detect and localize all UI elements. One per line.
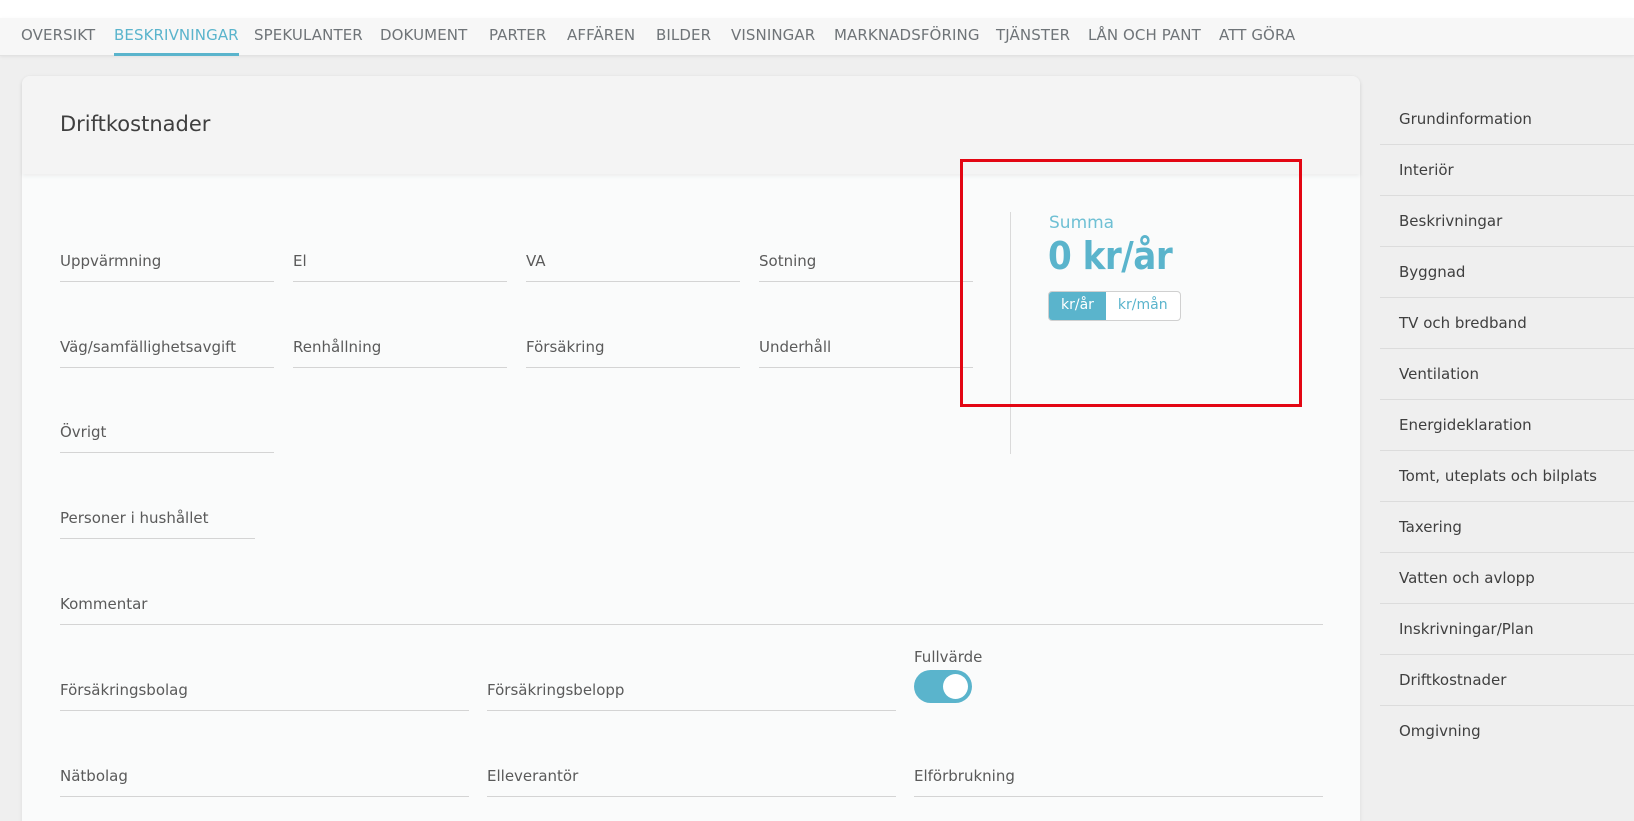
elleverantor-field[interactable]: Elleverantör xyxy=(487,755,896,797)
uppvarmning-field[interactable]: Uppvärmning xyxy=(60,240,274,282)
personer-i-hushallet-field[interactable]: Personer i hushållet xyxy=(60,497,255,539)
renhallning-field[interactable]: Renhållning xyxy=(293,326,507,368)
field-label: Nätbolag xyxy=(60,767,128,785)
forsakring-field[interactable]: Försäkring xyxy=(526,326,740,368)
field-label: Övrigt xyxy=(60,423,107,441)
sotning-field[interactable]: Sotning xyxy=(759,240,973,282)
elforbrukning-field[interactable]: Elförbrukning xyxy=(914,755,1323,797)
sidebar-item-inskrivningar-plan[interactable]: Inskrivningar/Plan xyxy=(1380,604,1634,655)
sidebar-item-taxering[interactable]: Taxering xyxy=(1380,502,1634,553)
sidebar-item-energideklaration[interactable]: Energideklaration xyxy=(1380,400,1634,451)
field-label: Underhåll xyxy=(759,338,832,356)
nav-tab-spekulanter[interactable]: SPEKULANTER xyxy=(254,26,363,56)
top-navigation: OVERSIKT BESKRIVNINGAR SPEKULANTER DOKUM… xyxy=(0,18,1634,56)
fullvarde-label: Fullvärde xyxy=(914,648,983,666)
field-label: VA xyxy=(526,252,546,270)
nav-tab-beskrivningar[interactable]: BESKRIVNINGAR xyxy=(114,26,239,56)
field-label: Renhållning xyxy=(293,338,382,356)
sidebar-item-tomt[interactable]: Tomt, uteplats och bilplats xyxy=(1380,451,1634,502)
nav-tab-parter[interactable]: PARTER xyxy=(489,26,546,56)
kommentar-field[interactable]: Kommentar xyxy=(60,583,1323,625)
nav-tab-visningar[interactable]: VISNINGAR xyxy=(731,26,815,56)
nav-tab-affaren[interactable]: AFFÄREN xyxy=(567,26,635,56)
sidebar-item-byggnad[interactable]: Byggnad xyxy=(1380,247,1634,298)
field-label: Kommentar xyxy=(60,595,148,613)
field-label: Försäkringsbelopp xyxy=(487,681,625,699)
toggle-knob xyxy=(943,674,968,699)
field-label: Försäkring xyxy=(526,338,605,356)
nav-tab-bilder[interactable]: BILDER xyxy=(656,26,711,56)
sidebar-item-tv-och-bredband[interactable]: TV och bredband xyxy=(1380,298,1634,349)
el-field[interactable]: El xyxy=(293,240,507,282)
field-label: Väg/samfällighetsavgift xyxy=(60,338,237,356)
nav-tab-tjanster[interactable]: TJÄNSTER xyxy=(996,26,1070,56)
top-strip xyxy=(0,0,1634,18)
field-label: Personer i hushållet xyxy=(60,509,209,527)
section-title: Driftkostnader xyxy=(60,112,211,136)
sidebar-item-interior[interactable]: Interiör xyxy=(1380,145,1634,196)
field-label: Elförbrukning xyxy=(914,767,1015,785)
forsakringsbolag-field[interactable]: Försäkringsbolag xyxy=(60,669,469,711)
nav-tab-oversikt[interactable]: OVERSIKT xyxy=(21,26,95,56)
natbolag-field[interactable]: Nätbolag xyxy=(60,755,469,797)
forsakringsbelopp-field[interactable]: Försäkringsbelopp xyxy=(487,669,896,711)
highlight-box xyxy=(960,159,1302,407)
nav-tab-lan-och-pant[interactable]: LÅN OCH PANT xyxy=(1088,26,1201,56)
nav-tab-att-gora[interactable]: ATT GÖRA xyxy=(1219,26,1295,56)
field-label: El xyxy=(293,252,307,270)
field-label: Sotning xyxy=(759,252,817,270)
field-label: Uppvärmning xyxy=(60,252,162,270)
fullvarde-toggle[interactable] xyxy=(914,670,972,703)
sidebar-item-grundinformation[interactable]: Grundinformation xyxy=(1380,94,1634,145)
nav-tab-dokument[interactable]: DOKUMENT xyxy=(380,26,467,56)
sidebar-item-ventilation[interactable]: Ventilation xyxy=(1380,349,1634,400)
field-label: Elleverantör xyxy=(487,767,579,785)
field-label: Försäkringsbolag xyxy=(60,681,188,699)
vag-samfallighetsavgift-field[interactable]: Väg/samfällighetsavgift xyxy=(60,326,274,368)
sidebar-item-omgivning[interactable]: Omgivning xyxy=(1380,706,1634,757)
sidebar-item-beskrivningar[interactable]: Beskrivningar xyxy=(1380,196,1634,247)
va-field[interactable]: VA xyxy=(526,240,740,282)
sidebar-item-driftkostnader[interactable]: Driftkostnader xyxy=(1380,655,1634,706)
nav-tab-marknadsforing[interactable]: MARKNADSFÖRING xyxy=(834,26,980,56)
underhall-field[interactable]: Underhåll xyxy=(759,326,973,368)
sidebar-item-vatten-och-avlopp[interactable]: Vatten och avlopp xyxy=(1380,553,1634,604)
ovrigt-field[interactable]: Övrigt xyxy=(60,411,274,453)
section-sidebar: Grundinformation Interiör Beskrivningar … xyxy=(1380,94,1634,757)
